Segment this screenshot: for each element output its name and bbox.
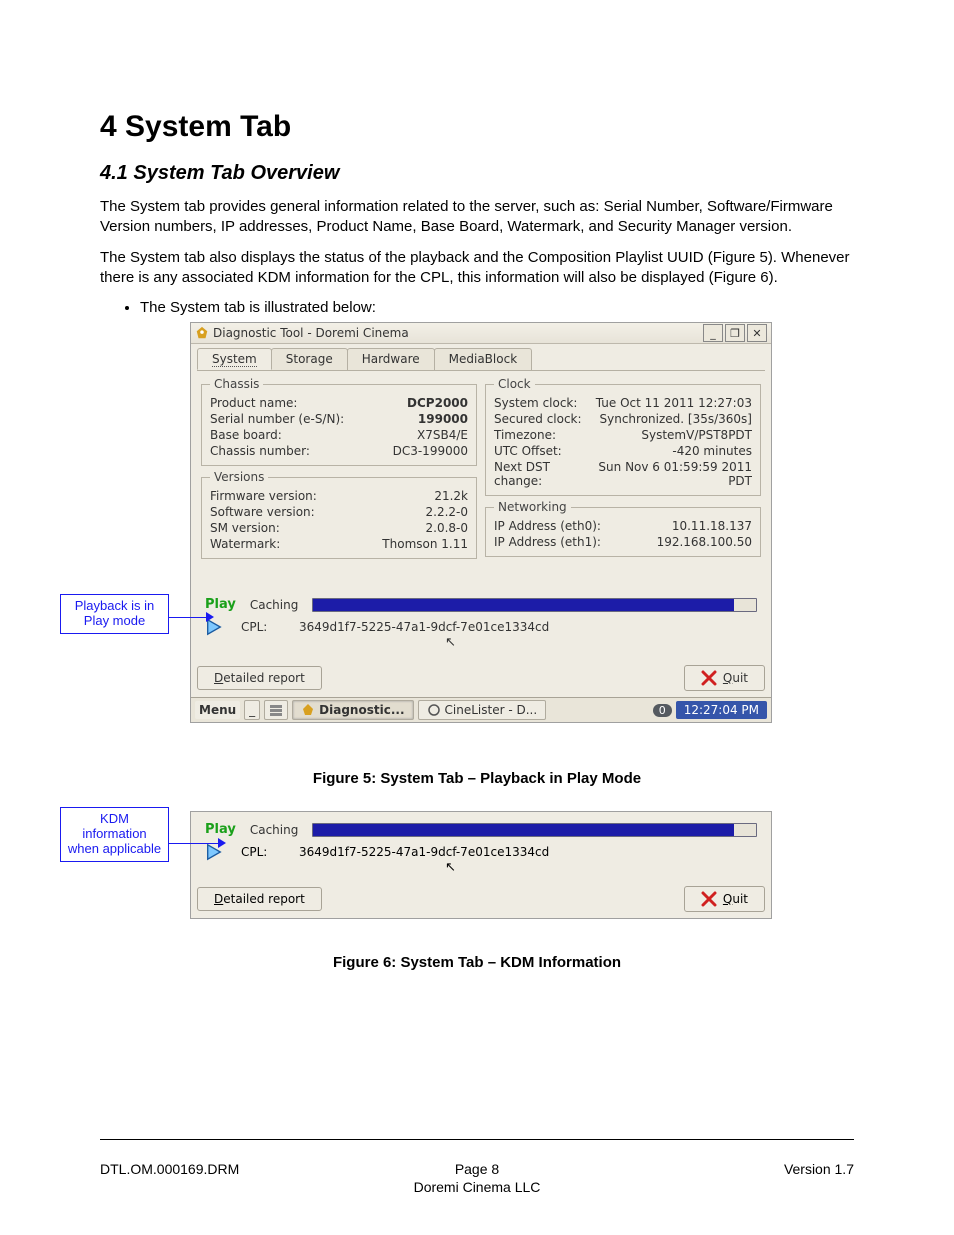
kv-row: System clock:Tue Oct 11 2011 12:27:03 — [494, 395, 752, 411]
bullet-item: The System tab is illustrated below: — [140, 299, 854, 316]
footer-page-number: Page 8 — [100, 1161, 854, 1177]
clock-legend: Clock — [494, 377, 535, 391]
taskbar-windows-list[interactable] — [264, 700, 288, 720]
kv-row: Software version:2.2.2-0 — [210, 504, 468, 520]
taskbar-show-desktop[interactable]: _ — [244, 700, 260, 720]
taskbar: Menu _ Diagnostic... C — [191, 697, 771, 722]
figure-5-caption: Figure 5: System Tab – Playback in Play … — [100, 770, 854, 787]
versions-legend: Versions — [210, 470, 268, 484]
taskbar-cinelister-task[interactable]: CineLister - D... — [418, 700, 547, 720]
playback-status: Play — [205, 597, 236, 612]
window-title: Diagnostic Tool - Doremi Cinema — [213, 326, 409, 340]
kv-row: Next DST change:Sun Nov 6 01:59:59 2011 … — [494, 459, 752, 489]
windows-list-icon — [269, 703, 283, 717]
kv-row: Secured clock:Synchronized. [35s/360s] — [494, 411, 752, 427]
close-x-icon — [701, 891, 717, 907]
window-minimize-button[interactable]: _ — [703, 324, 723, 342]
window-titlebar: Diagnostic Tool - Doremi Cinema _ ❐ ✕ — [191, 323, 771, 344]
tab-storage[interactable]: Storage — [271, 348, 348, 370]
kv-row: UTC Offset:-420 minutes — [494, 443, 752, 459]
detailed-report-button[interactable]: Detailed report — [197, 666, 322, 690]
versions-group: Versions Firmware version:21.2k Software… — [201, 470, 477, 559]
cpl-value: 3649d1f7-5225-47a1-9dcf-7e01ce1334cd — [299, 620, 549, 634]
app-panel-partial: Play Caching CPL: 3649d1f7-5225-47a1-9dc… — [190, 811, 772, 919]
window-close-button[interactable]: ✕ — [747, 324, 767, 342]
kv-row: Base board:X7SB4/E — [210, 427, 468, 443]
paragraph-2: The System tab also displays the status … — [100, 248, 854, 287]
cpl-value: 3649d1f7-5225-47a1-9dcf-7e01ce1334cd — [299, 845, 549, 859]
taskbar-diagnostic-task[interactable]: Diagnostic... — [292, 700, 413, 720]
footer-rule — [100, 1139, 854, 1140]
networking-group: Networking IP Address (eth0):10.11.18.13… — [485, 500, 761, 557]
quit-button[interactable]: Quit — [684, 886, 765, 912]
window-maximize-button[interactable]: ❐ — [725, 324, 745, 342]
kv-row: Product name:DCP2000 — [210, 395, 468, 411]
kv-row: IP Address (eth0):10.11.18.137 — [494, 518, 752, 534]
playback-section: Play Caching CPL: 3649d1f7-5225-47a1-9dc… — [197, 591, 765, 655]
kv-row: SM version:2.0.8-0 — [210, 520, 468, 536]
caching-progress-bar — [312, 823, 757, 837]
app-icon — [195, 326, 209, 340]
tab-system[interactable]: System — [197, 348, 272, 370]
figure-6-caption: Figure 6: System Tab – KDM Information — [100, 954, 854, 971]
detailed-report-button[interactable]: Detailed report — [197, 887, 322, 911]
callout-kdm-info: KDM information when applicable — [60, 807, 169, 862]
kv-row: Timezone:SystemV/PST8PDT — [494, 427, 752, 443]
mouse-cursor-icon: ↖ — [445, 861, 757, 874]
app-window: Diagnostic Tool - Doremi Cinema _ ❐ ✕ Sy… — [190, 322, 772, 723]
caching-label: Caching — [250, 823, 299, 837]
paragraph-1: The System tab provides general informat… — [100, 197, 854, 236]
callout-play-mode: Playback is in Play mode — [60, 594, 169, 634]
tabs-row: System Storage Hardware MediaBlock — [191, 344, 771, 370]
close-x-icon — [701, 670, 717, 686]
tab-hardware[interactable]: Hardware — [347, 348, 435, 370]
caching-progress-bar — [312, 598, 757, 612]
mouse-cursor-icon: ↖ — [445, 636, 757, 649]
playback-status: Play — [205, 822, 236, 837]
chassis-legend: Chassis — [210, 377, 263, 391]
chassis-group: Chassis Product name:DCP2000 Serial numb… — [201, 377, 477, 466]
quit-button[interactable]: Quit — [684, 665, 765, 691]
kv-row: Watermark:Thomson 1.11 — [210, 536, 468, 552]
caching-label: Caching — [250, 598, 299, 612]
taskbar-menu-button[interactable]: Menu — [195, 701, 240, 719]
kv-row: Serial number (e-S/N):199000 — [210, 411, 468, 427]
cinelister-task-icon — [427, 703, 441, 717]
cpl-label: CPL: — [241, 620, 281, 634]
section-heading: 4 System Tab — [100, 110, 854, 144]
tab-mediablock[interactable]: MediaBlock — [434, 348, 533, 370]
taskbar-clock: 12:27:04 PM — [676, 701, 767, 719]
kv-row: Chassis number:DC3-199000 — [210, 443, 468, 459]
subsection-heading: 4.1 System Tab Overview — [100, 162, 854, 185]
cpl-label: CPL: — [241, 845, 281, 859]
clock-group: Clock System clock:Tue Oct 11 2011 12:27… — [485, 377, 761, 496]
footer-company: Doremi Cinema LLC — [0, 1179, 954, 1195]
networking-legend: Networking — [494, 500, 571, 514]
kv-row: Firmware version:21.2k — [210, 488, 468, 504]
kv-row: IP Address (eth1):192.168.100.50 — [494, 534, 752, 550]
taskbar-notification-pill[interactable]: 0 — [653, 704, 672, 717]
diagnostic-task-icon — [301, 703, 315, 717]
